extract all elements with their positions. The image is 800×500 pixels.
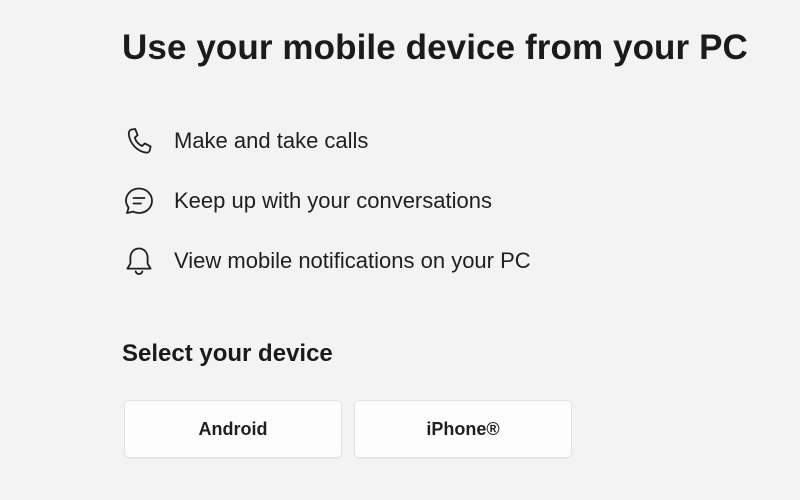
device-options: Android iPhone® [124, 400, 572, 458]
page-title: Use your mobile device from your PC [122, 28, 748, 67]
feature-item-conversations: Keep up with your conversations [122, 180, 722, 240]
bell-icon [122, 244, 156, 278]
feature-label: Keep up with your conversations [174, 188, 492, 213]
phone-link-onboarding-page: Use your mobile device from your PC Make… [0, 0, 800, 500]
select-device-heading: Select your device [122, 340, 333, 367]
feature-label: View mobile notifications on your PC [174, 248, 531, 273]
phone-icon [122, 124, 156, 158]
feature-item-notifications: View mobile notifications on your PC [122, 240, 722, 300]
feature-item-calls: Make and take calls [122, 120, 722, 180]
feature-list: Make and take calls Keep up with your co… [122, 120, 722, 300]
feature-label: Make and take calls [174, 128, 369, 153]
chat-bubble-icon [122, 184, 156, 218]
iphone-button[interactable]: iPhone® [354, 400, 572, 458]
android-button[interactable]: Android [124, 400, 342, 458]
